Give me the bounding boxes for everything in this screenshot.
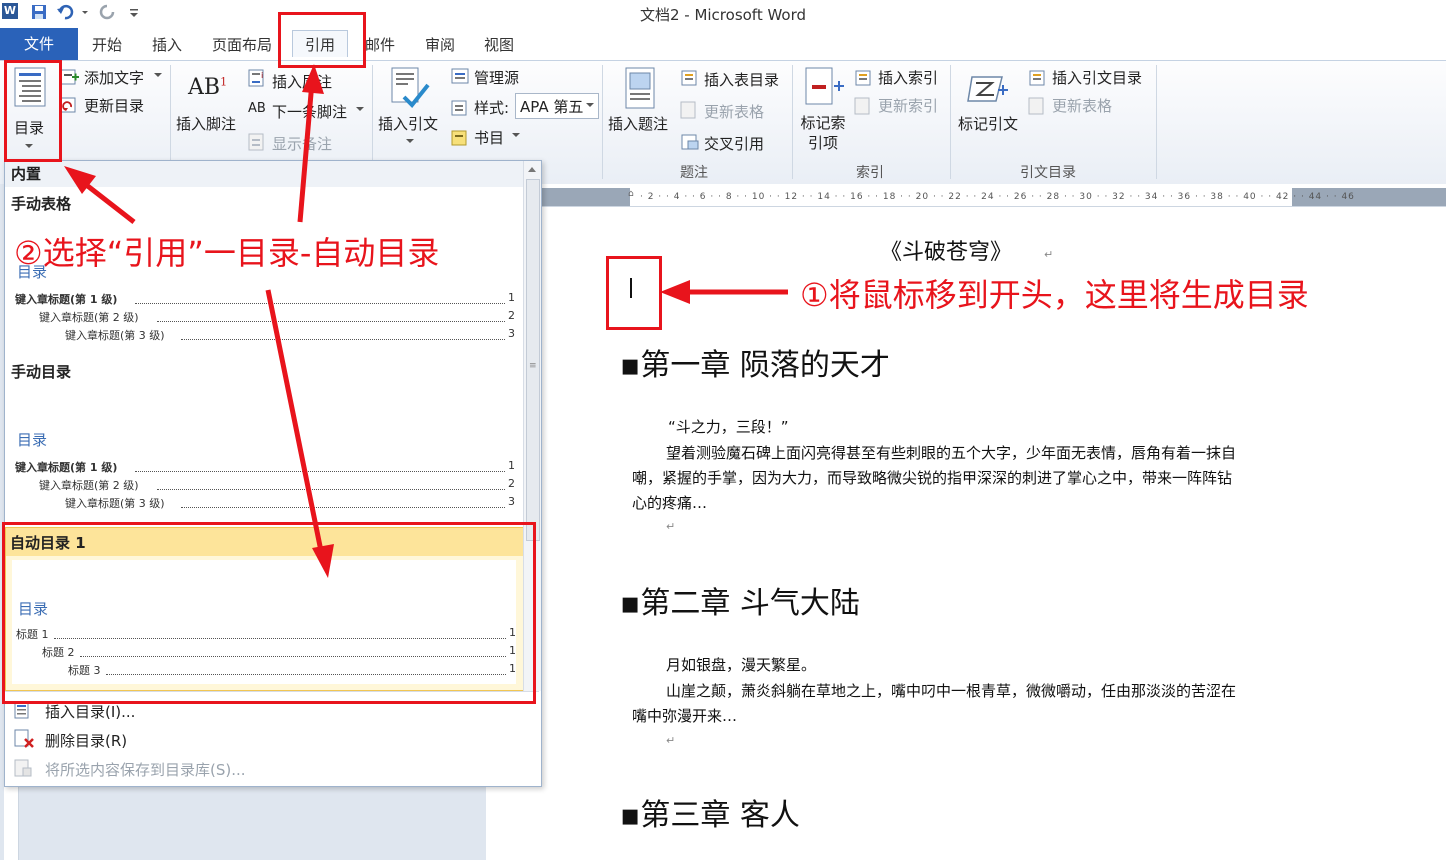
arrow-to-references-tab <box>297 81 315 223</box>
arrowhead <box>660 280 690 304</box>
arrow-to-toc-button <box>78 178 136 224</box>
arrow-to-auto-toc <box>265 289 325 557</box>
arrowhead <box>302 64 324 94</box>
annotation-step-1: ①将鼠标移到开头，这里将生成目录 <box>800 276 1309 314</box>
arrowhead <box>312 544 334 578</box>
annotation-step-2: ②选择“引用”一目录-自动目录 <box>14 234 440 272</box>
annotation-arrows <box>64 64 788 578</box>
